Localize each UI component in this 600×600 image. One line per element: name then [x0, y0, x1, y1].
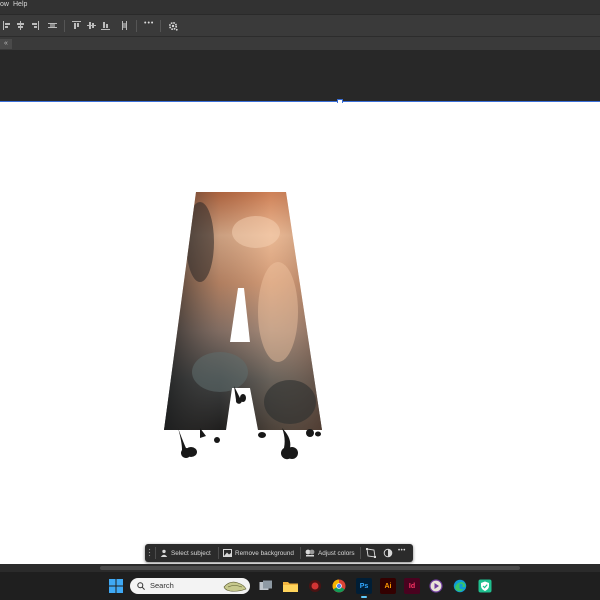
indesign-icon[interactable]: Id: [404, 578, 420, 594]
task-view-icon[interactable]: [258, 578, 274, 594]
letter-a-artwork[interactable]: [160, 192, 330, 460]
taskbar-search-input[interactable]: Search: [130, 578, 250, 594]
adjust-colors-label: Adjust colors: [318, 549, 355, 557]
transform-icon[interactable]: [366, 548, 376, 558]
image-icon: [223, 549, 232, 557]
illustrator-icon[interactable]: Ai: [380, 578, 396, 594]
security-shield-icon[interactable]: [477, 578, 493, 594]
menu-bar: ow Help: [0, 0, 600, 14]
search-icon: [137, 582, 145, 590]
adjust-colors-button[interactable]: Adjust colors: [305, 546, 355, 560]
selection-bounding-edge: [0, 101, 600, 102]
person-icon: [160, 549, 168, 557]
align-right-icon[interactable]: [30, 21, 39, 30]
contextual-task-bar: Select subject Remove background Adjust …: [145, 544, 413, 562]
more-actions-button[interactable]: •••: [398, 548, 406, 554]
align-center-icon[interactable]: [16, 21, 25, 30]
select-subject-label: Select subject: [171, 549, 211, 557]
search-label: Search: [150, 581, 174, 590]
toolbar-divider: [136, 20, 137, 32]
gear-icon[interactable]: [168, 21, 178, 31]
app-red-icon[interactable]: [307, 578, 323, 594]
chrome-icon[interactable]: [331, 578, 347, 594]
adjust-colors-icon: [305, 549, 315, 557]
document-tab-row: «: [0, 36, 600, 51]
toolbar-divider: [64, 20, 65, 32]
more-options-button[interactable]: •••: [144, 20, 154, 27]
align-top-icon[interactable]: [72, 21, 81, 30]
align-bottom-icon[interactable]: [101, 21, 110, 30]
collapse-tabs-button[interactable]: «: [0, 39, 12, 49]
remove-background-button[interactable]: Remove background: [223, 546, 294, 560]
photoshop-icon[interactable]: Ps: [356, 578, 372, 594]
windows-taskbar: [0, 572, 600, 600]
contrast-icon[interactable]: [383, 548, 393, 558]
ctx-divider: [218, 547, 219, 559]
pasteboard: [0, 50, 600, 102]
distribute-icon[interactable]: [48, 21, 57, 30]
menu-item-help[interactable]: Help: [13, 1, 27, 8]
select-subject-button[interactable]: Select subject: [160, 546, 211, 560]
file-explorer-icon[interactable]: [282, 578, 298, 594]
active-app-indicator: [361, 596, 367, 598]
status-strip: [0, 564, 600, 572]
align-middle-icon[interactable]: [87, 21, 96, 30]
drag-handle[interactable]: [148, 548, 151, 558]
ctx-divider: [155, 547, 156, 559]
align-left-icon[interactable]: [3, 21, 12, 30]
media-player-icon[interactable]: [428, 578, 444, 594]
remove-background-label: Remove background: [235, 549, 294, 557]
search-highlight-icon: [223, 581, 247, 592]
menu-item-window[interactable]: ow: [0, 1, 9, 8]
toolbar-divider: [160, 20, 161, 32]
ctx-divider: [360, 547, 361, 559]
ctx-divider: [300, 547, 301, 559]
edge-icon[interactable]: [452, 578, 468, 594]
options-bar: •••: [0, 14, 600, 37]
windows-start-icon[interactable]: [109, 579, 123, 593]
horizontal-scrollbar[interactable]: [100, 566, 520, 570]
distribute-vertical-icon[interactable]: [120, 21, 129, 30]
